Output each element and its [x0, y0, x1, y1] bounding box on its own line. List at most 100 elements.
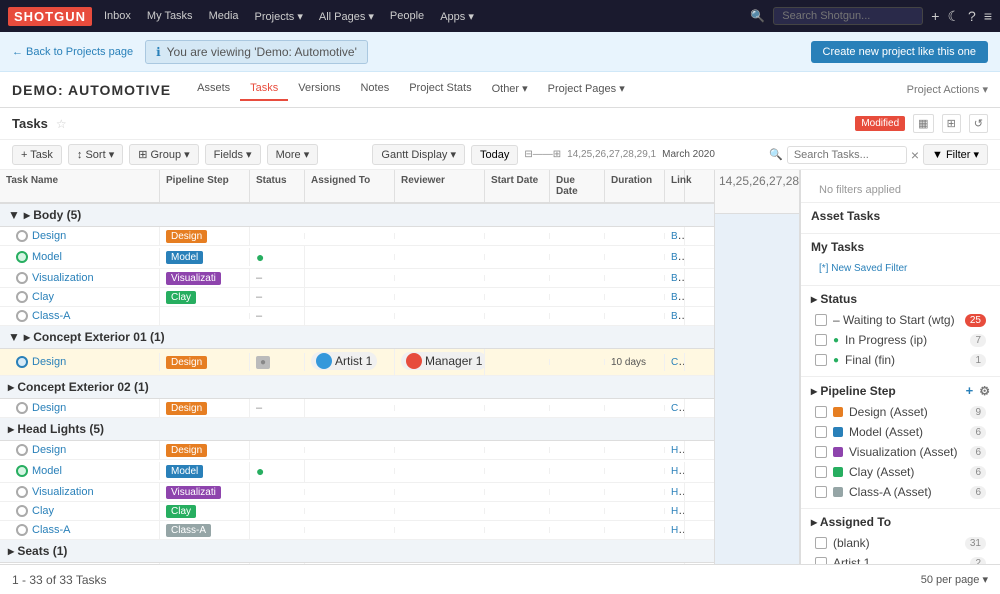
task-table-area: Task Name Pipeline Step Status Assigned …: [0, 170, 715, 564]
nav-people[interactable]: People: [386, 10, 428, 22]
filter-section-pipeline-title[interactable]: ▸ Pipeline Step + ⚙: [811, 383, 990, 398]
search-icon: 🔍: [750, 9, 765, 23]
top-nav: SHOTGUN Inbox My Tasks Media Projects ▾ …: [0, 0, 1000, 32]
col-due-date[interactable]: Due Date: [550, 170, 605, 202]
task-name-link[interactable]: Class-A: [32, 310, 71, 322]
filter-section-asset-tasks-title[interactable]: Asset Tasks: [811, 209, 990, 223]
task-name-link[interactable]: Design: [32, 230, 66, 242]
create-project-button[interactable]: Create new project like this one: [811, 41, 988, 63]
pipeline-add-icon[interactable]: +: [966, 383, 974, 398]
tab-versions[interactable]: Versions: [288, 78, 350, 101]
group-body[interactable]: ▼ ▸ Body (5): [0, 204, 714, 227]
filter-checkbox[interactable]: [815, 466, 827, 478]
link-value[interactable]: Body: [671, 230, 685, 242]
filter-checkbox[interactable]: [815, 557, 827, 564]
back-to-projects-link[interactable]: ← Back to Projects page: [12, 46, 133, 58]
filter-item-final[interactable]: ● Final (fin) 1: [811, 350, 990, 370]
tab-assets[interactable]: Assets: [187, 78, 240, 101]
col-duration[interactable]: Duration: [605, 170, 665, 202]
pipeline-gear-icon[interactable]: ⚙: [979, 384, 990, 398]
fields-button[interactable]: Fields ▾: [205, 144, 261, 165]
project-actions-button[interactable]: Project Actions ▾: [907, 83, 988, 96]
tab-other[interactable]: Other ▾: [482, 78, 538, 101]
help-icon[interactable]: ?: [968, 8, 976, 24]
search-tasks-input[interactable]: [787, 146, 907, 164]
group-seats[interactable]: ▸ Seats (1): [0, 540, 714, 563]
filter-section-my-tasks-title[interactable]: My Tasks: [811, 240, 990, 254]
tab-notes[interactable]: Notes: [350, 78, 399, 101]
filter-checkbox[interactable]: [815, 314, 827, 326]
filter-checkbox[interactable]: [815, 426, 827, 438]
col-assigned-to[interactable]: Assigned To: [305, 170, 395, 202]
status-cell: [250, 233, 305, 239]
today-button[interactable]: Today: [471, 145, 518, 165]
nav-projects[interactable]: Projects ▾: [251, 10, 307, 23]
group-concept-exterior-01[interactable]: ▼ ▸ Concept Exterior 01 (1): [0, 326, 714, 349]
filter-item-design-asset[interactable]: Design (Asset) 9: [811, 402, 990, 422]
filter-item-blank[interactable]: (blank) 31: [811, 533, 990, 553]
col-start-date[interactable]: Start Date: [485, 170, 550, 202]
task-name-link[interactable]: Visualization: [32, 272, 94, 284]
filter-checkbox[interactable]: [815, 446, 827, 458]
nav-inbox[interactable]: Inbox: [100, 10, 135, 22]
view-list-icon[interactable]: ▦: [913, 114, 933, 133]
menu-icon[interactable]: ≡: [984, 8, 992, 24]
add-task-button[interactable]: + Task: [12, 145, 62, 165]
filter-item-visualization-asset[interactable]: Visualization (Asset) 6: [811, 442, 990, 462]
task-name-link[interactable]: Model: [32, 465, 62, 477]
view-refresh-icon[interactable]: ↺: [969, 114, 988, 133]
filter-checkbox[interactable]: [815, 537, 827, 549]
group-name: ▸ Body (5): [24, 208, 81, 222]
filter-checkbox[interactable]: [815, 334, 827, 346]
filter-item-model-asset[interactable]: Model (Asset) 6: [811, 422, 990, 442]
moon-icon[interactable]: ☾: [947, 8, 960, 25]
col-link[interactable]: Link: [665, 170, 685, 202]
task-name-link[interactable]: Model: [32, 251, 62, 263]
filter-section-assigned-title[interactable]: ▸ Assigned To: [811, 515, 990, 529]
group-head-lights[interactable]: ▸ Head Lights (5): [0, 418, 714, 441]
new-saved-filter-link[interactable]: [*] New Saved Filter: [815, 261, 911, 276]
nav-apps[interactable]: Apps ▾: [436, 10, 478, 23]
nav-my-tasks[interactable]: My Tasks: [143, 10, 197, 22]
add-icon[interactable]: +: [931, 8, 939, 24]
task-name-link[interactable]: Class-A: [32, 524, 71, 536]
filter-section-status-title[interactable]: ▸ Status: [811, 292, 990, 306]
task-name-link[interactable]: Visualization: [32, 486, 94, 498]
clear-search-icon[interactable]: ×: [911, 147, 919, 163]
star-icon[interactable]: ☆: [56, 117, 67, 131]
gantt-display-button[interactable]: Gantt Display ▾: [372, 144, 465, 165]
task-name-link[interactable]: Design: [32, 356, 66, 368]
col-pipeline-step[interactable]: Pipeline Step: [160, 170, 250, 202]
tab-project-stats[interactable]: Project Stats: [399, 78, 481, 101]
filter-item-new-saved[interactable]: [*] New Saved Filter: [811, 258, 990, 279]
global-search-input[interactable]: [773, 7, 923, 25]
filter-button[interactable]: ▼ Filter ▾: [923, 144, 988, 165]
task-name-link[interactable]: Design: [32, 402, 66, 414]
filter-checkbox[interactable]: [815, 354, 827, 366]
filter-item-artist1[interactable]: Artist 1 2: [811, 553, 990, 564]
task-name-link[interactable]: Design: [32, 444, 66, 456]
status-dot-icon-final: ●: [833, 355, 839, 366]
col-reviewer[interactable]: Reviewer: [395, 170, 485, 202]
sort-button[interactable]: ↕ Sort ▾: [68, 144, 123, 165]
filter-section-label: My Tasks: [811, 240, 864, 254]
more-button[interactable]: More ▾: [267, 144, 319, 165]
filter-item-class-a-asset[interactable]: Class-A (Asset) 6: [811, 482, 990, 502]
view-grid-icon[interactable]: ⊞: [942, 114, 961, 133]
tab-project-pages[interactable]: Project Pages ▾: [538, 78, 635, 101]
filter-item-in-progress[interactable]: ● In Progress (ip) 7: [811, 330, 990, 350]
filter-checkbox[interactable]: [815, 406, 827, 418]
col-status[interactable]: Status: [250, 170, 305, 202]
filter-checkbox[interactable]: [815, 486, 827, 498]
filter-item-waiting[interactable]: – Waiting to Start (wtg) 25: [811, 310, 990, 330]
per-page-selector[interactable]: 50 per page ▾: [921, 573, 988, 586]
task-name-link[interactable]: Clay: [32, 291, 54, 303]
filter-item-clay-asset[interactable]: Clay (Asset) 6: [811, 462, 990, 482]
task-name-link[interactable]: Clay: [32, 505, 54, 517]
nav-all-pages[interactable]: All Pages ▾: [315, 10, 378, 23]
group-button[interactable]: ⊞ Group ▾: [129, 144, 198, 165]
group-concept-exterior-02[interactable]: ▸ Concept Exterior 02 (1): [0, 376, 714, 399]
nav-media[interactable]: Media: [205, 10, 243, 22]
tab-tasks[interactable]: Tasks: [240, 78, 288, 101]
col-task-name[interactable]: Task Name: [0, 170, 160, 202]
